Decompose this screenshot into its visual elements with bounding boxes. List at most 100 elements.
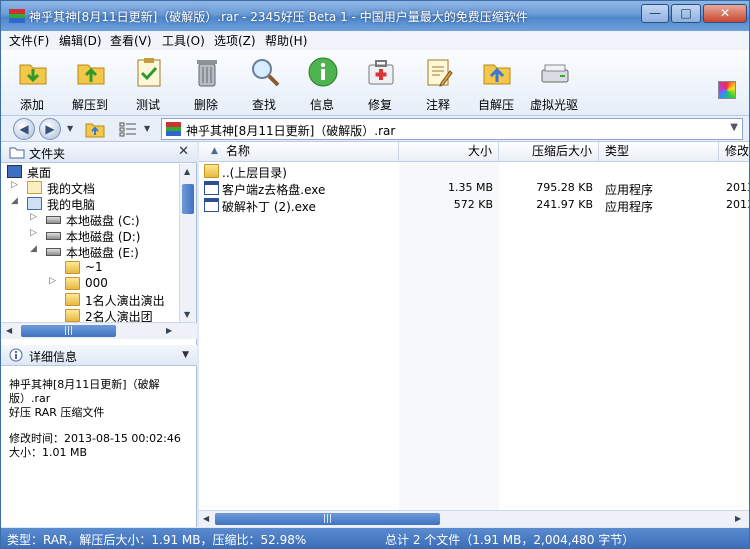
- folders-header: 文件夹 ✕: [1, 142, 197, 163]
- file-type: 应用程序: [605, 200, 654, 214]
- folders-title: 文件夹: [29, 147, 66, 161]
- address-input[interactable]: 神乎其神[8月11日更新]（破解版）.rar ▼: [161, 118, 743, 140]
- scroll-right-icon[interactable]: ▶: [166, 326, 172, 335]
- column-name[interactable]: ▲ 名称: [199, 142, 399, 162]
- scroll-down-icon[interactable]: ▼: [184, 310, 190, 319]
- table-row[interactable]: 客户端z去格盘.exe 1.35 MB 795.28 KB 应用程序 2013: [199, 180, 749, 197]
- history-dropdown-icon[interactable]: ▼: [67, 124, 73, 133]
- table-row[interactable]: 破解补丁 (2).exe 572 KB 241.97 KB 应用程序 2013: [199, 197, 749, 214]
- extract-to-label: 解压到: [71, 98, 108, 112]
- repair-label: 修复: [367, 98, 392, 112]
- folder-up-icon[interactable]: [85, 120, 105, 138]
- virtual-drive-button[interactable]: 虚拟光驱: [526, 54, 582, 112]
- tree-vertical-scrollbar[interactable]: ▲ ▼: [179, 164, 196, 322]
- tree-label: 1名人演出演出: [85, 294, 165, 308]
- file-type: 应用程序: [605, 183, 654, 197]
- folder-icon: [65, 309, 80, 322]
- expand-icon[interactable]: ▷: [30, 228, 40, 238]
- column-packed-size[interactable]: 压缩后大小: [499, 142, 599, 162]
- scroll-thumb[interactable]: |||: [21, 325, 116, 337]
- delete-label: 删除: [193, 98, 218, 112]
- repair-button[interactable]: 修复: [352, 54, 408, 112]
- column-type[interactable]: 类型: [599, 142, 719, 162]
- file-packed-size: 795.28 KB: [536, 181, 593, 194]
- file-list-pane: ▲ 名称 大小 压缩后大小 类型 修改 ..(上层目录) 客户端z去格盘.exe: [199, 142, 749, 527]
- hard-drive-icon: [46, 216, 61, 224]
- virtual-drive-label: 虚拟光驱: [529, 98, 578, 112]
- column-size[interactable]: 大小: [399, 142, 499, 162]
- scroll-thumb[interactable]: [182, 184, 194, 214]
- add-button[interactable]: 添加: [4, 54, 60, 112]
- rar-archive-icon: [166, 122, 181, 136]
- comment-button[interactable]: 注释: [410, 54, 466, 112]
- back-button[interactable]: ◀: [13, 118, 35, 140]
- tree-label: 桌面: [27, 166, 52, 180]
- menu-file[interactable]: 文件(F): [9, 32, 49, 49]
- expand-icon[interactable]: ▷: [30, 212, 40, 222]
- menu-view[interactable]: 查看(V): [110, 32, 152, 49]
- hard-drive-icon: [46, 248, 61, 256]
- status-bar: 类型：RAR，解压后大小：1.91 MB，压缩比：52.98% 总计 2 个文件…: [1, 528, 749, 548]
- scroll-up-icon[interactable]: ▲: [184, 167, 190, 176]
- column-label: 修改: [725, 144, 750, 158]
- close-button[interactable]: ✕: [703, 4, 747, 23]
- file-list-horizontal-scrollbar[interactable]: ◀ ||| ▶: [199, 510, 749, 527]
- expand-icon[interactable]: ▷: [11, 180, 21, 190]
- extract-to-button[interactable]: 解压到: [62, 54, 118, 112]
- column-modified[interactable]: 修改: [719, 142, 750, 162]
- close-folders-pane-icon[interactable]: ✕: [178, 144, 189, 159]
- tree-label: ~1: [85, 260, 103, 274]
- tree-label: 我的文档: [47, 182, 96, 196]
- app-window: 神乎其神[8月11日更新]（破解版）.rar - 2345好压 Beta 1 -…: [0, 0, 750, 549]
- computer-icon: [27, 197, 42, 210]
- arrow-right-icon: ▶: [45, 122, 55, 136]
- scroll-thumb[interactable]: |||: [215, 513, 440, 525]
- scroll-left-icon[interactable]: ◀: [6, 326, 12, 335]
- test-icon: [137, 58, 161, 87]
- find-button[interactable]: 查找: [236, 54, 292, 112]
- file-modified: 2013: [726, 198, 749, 211]
- comment-label: 注释: [425, 98, 450, 112]
- view-mode-dropdown-icon[interactable]: ▼: [144, 124, 150, 133]
- exe-file-icon: [204, 181, 219, 195]
- address-dropdown-icon[interactable]: ▼: [730, 122, 738, 133]
- view-mode-icon[interactable]: [119, 121, 137, 137]
- forward-button[interactable]: ▶: [39, 118, 61, 140]
- status-archive-info: 类型：RAR，解压后大小：1.91 MB，压缩比：52.98%: [7, 533, 307, 547]
- sort-ascending-icon: ▲: [211, 146, 218, 156]
- menu-help[interactable]: 帮助(H): [265, 32, 307, 49]
- details-header[interactable]: 详细信息 ▼: [1, 345, 197, 366]
- expand-icon[interactable]: ▷: [49, 276, 59, 286]
- table-row[interactable]: ..(上层目录): [199, 163, 749, 180]
- details-collapse-icon[interactable]: ▼: [182, 350, 189, 360]
- tree-horizontal-scrollbar[interactable]: ◀ ||| ▶: [1, 322, 197, 339]
- menu-edit[interactable]: 编辑(D): [59, 32, 102, 49]
- sorted-column-background: [399, 162, 499, 510]
- info-icon: [308, 57, 338, 87]
- skin-palette-icon[interactable]: [718, 81, 736, 99]
- menu-tools[interactable]: 工具(O): [162, 32, 205, 49]
- scroll-right-icon[interactable]: ▶: [735, 514, 741, 523]
- virtual-drive-icon: [541, 64, 569, 83]
- collapse-icon[interactable]: ◢: [11, 196, 21, 206]
- test-button[interactable]: 测试: [120, 54, 176, 112]
- minimize-button[interactable]: —: [641, 4, 669, 23]
- tree-label: 本地磁盘 (D:): [66, 230, 141, 244]
- menu-bar: 文件(F) 编辑(D) 查看(V) 工具(O) 选项(Z) 帮助(H): [1, 31, 749, 50]
- info-circle-icon: [9, 348, 23, 362]
- sfx-button[interactable]: 自解压: [468, 54, 524, 112]
- collapse-icon[interactable]: ◢: [30, 244, 40, 254]
- scroll-left-icon[interactable]: ◀: [203, 514, 209, 523]
- delete-icon: [197, 60, 217, 87]
- column-label: 大小: [467, 144, 492, 158]
- menu-options[interactable]: 选项(Z): [214, 32, 256, 49]
- arrow-left-icon: ◀: [19, 122, 29, 136]
- maximize-button[interactable]: □: [671, 4, 701, 23]
- title-bar[interactable]: 神乎其神[8月11日更新]（破解版）.rar - 2345好压 Beta 1 -…: [1, 1, 749, 31]
- details-title: 详细信息: [29, 350, 78, 364]
- file-packed-size: 241.97 KB: [536, 198, 593, 211]
- delete-button[interactable]: 删除: [178, 54, 234, 112]
- sfx-label: 自解压: [477, 98, 514, 112]
- file-name: 破解补丁 (2).exe: [222, 200, 316, 214]
- info-button[interactable]: 信息: [294, 54, 350, 112]
